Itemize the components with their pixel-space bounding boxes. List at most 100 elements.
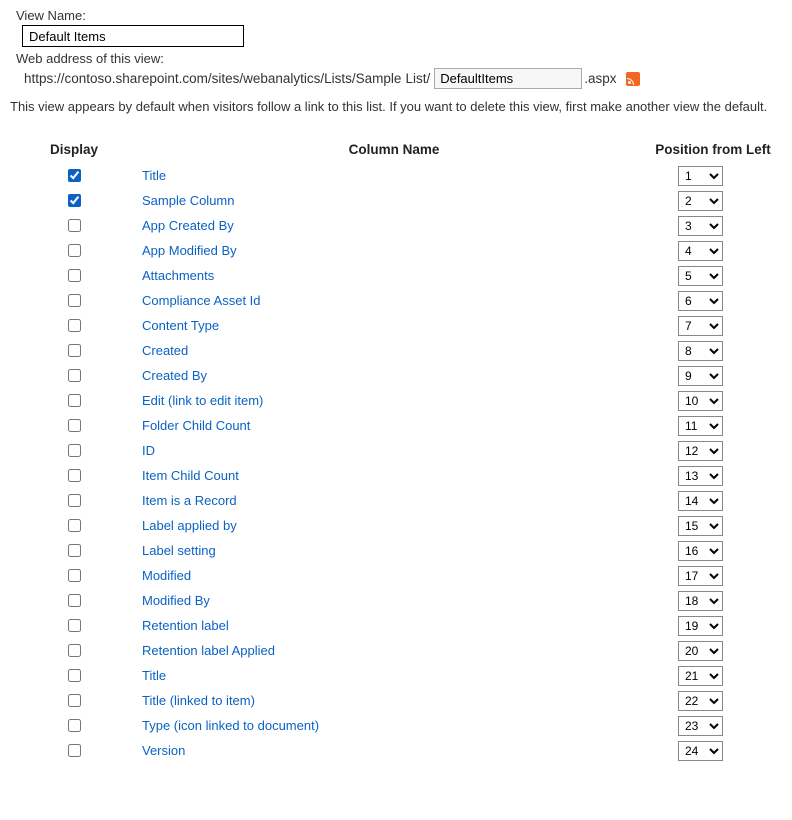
display-checkbox[interactable] [68, 544, 81, 557]
display-checkbox[interactable] [68, 569, 81, 582]
column-name-link[interactable]: Modified [142, 568, 191, 583]
display-checkbox[interactable] [68, 669, 81, 682]
table-row: Item is a Record 123456789101112131415161… [50, 488, 778, 513]
column-name-link[interactable]: Retention label [142, 618, 229, 633]
column-name-cell: Created [140, 343, 648, 358]
position-select[interactable]: 123456789101112131415161718192021222324 [678, 466, 723, 486]
position-cell: 123456789101112131415161718192021222324 [648, 566, 778, 586]
display-cell [50, 541, 140, 560]
position-select[interactable]: 123456789101112131415161718192021222324 [678, 416, 723, 436]
position-select[interactable]: 123456789101112131415161718192021222324 [678, 441, 723, 461]
position-select[interactable]: 123456789101112131415161718192021222324 [678, 491, 723, 511]
display-checkbox[interactable] [68, 519, 81, 532]
column-name-link[interactable]: Attachments [142, 268, 214, 283]
position-select[interactable]: 123456789101112131415161718192021222324 [678, 391, 723, 411]
display-checkbox[interactable] [68, 344, 81, 357]
display-cell [50, 591, 140, 610]
display-checkbox[interactable] [68, 494, 81, 507]
view-name-input[interactable] [22, 25, 244, 47]
column-name-link[interactable]: Item Child Count [142, 468, 239, 483]
display-cell [50, 291, 140, 310]
position-select[interactable]: 123456789101112131415161718192021222324 [678, 341, 723, 361]
column-name-cell: Created By [140, 368, 648, 383]
column-name-link[interactable]: Item is a Record [142, 493, 237, 508]
display-checkbox[interactable] [68, 469, 81, 482]
position-select[interactable]: 123456789101112131415161718192021222324 [678, 241, 723, 261]
position-cell: 123456789101112131415161718192021222324 [648, 441, 778, 461]
column-name-link[interactable]: Content Type [142, 318, 219, 333]
position-select[interactable]: 123456789101112131415161718192021222324 [678, 291, 723, 311]
column-name-link[interactable]: Type (icon linked to document) [142, 718, 319, 733]
position-select[interactable]: 123456789101112131415161718192021222324 [678, 541, 723, 561]
column-name-link[interactable]: Created By [142, 368, 207, 383]
display-cell [50, 566, 140, 585]
display-checkbox[interactable] [68, 169, 81, 182]
url-prefix: https://contoso.sharepoint.com/sites/web… [24, 71, 401, 86]
display-cell [50, 691, 140, 710]
display-checkbox[interactable] [68, 619, 81, 632]
display-cell [50, 641, 140, 660]
position-select[interactable]: 123456789101112131415161718192021222324 [678, 691, 723, 711]
table-row: Title 12345678910111213141516171819202122… [50, 663, 778, 688]
display-checkbox[interactable] [68, 244, 81, 257]
display-cell [50, 516, 140, 535]
column-name-link[interactable]: App Created By [142, 218, 234, 233]
web-address-label: Web address of this view: [16, 51, 782, 66]
column-name-link[interactable]: Folder Child Count [142, 418, 250, 433]
position-select[interactable]: 123456789101112131415161718192021222324 [678, 591, 723, 611]
display-checkbox[interactable] [68, 744, 81, 757]
position-select[interactable]: 123456789101112131415161718192021222324 [678, 641, 723, 661]
display-cell [50, 191, 140, 210]
column-name-link[interactable]: Title (linked to item) [142, 693, 255, 708]
rss-icon[interactable] [626, 72, 640, 86]
table-row: Type (icon linked to document) 1234567891… [50, 713, 778, 738]
column-name-link[interactable]: Label applied by [142, 518, 237, 533]
column-name-link[interactable]: Version [142, 743, 185, 758]
column-name-link[interactable]: Created [142, 343, 188, 358]
display-checkbox[interactable] [68, 594, 81, 607]
position-select[interactable]: 123456789101112131415161718192021222324 [678, 166, 723, 186]
position-cell: 123456789101112131415161718192021222324 [648, 541, 778, 561]
display-checkbox[interactable] [68, 694, 81, 707]
display-checkbox[interactable] [68, 419, 81, 432]
position-select[interactable]: 123456789101112131415161718192021222324 [678, 316, 723, 336]
position-cell: 123456789101112131415161718192021222324 [648, 416, 778, 436]
position-select[interactable]: 123456789101112131415161718192021222324 [678, 666, 723, 686]
column-name-link[interactable]: Retention label Applied [142, 643, 275, 658]
position-select[interactable]: 123456789101112131415161718192021222324 [678, 216, 723, 236]
column-name-link[interactable]: ID [142, 443, 155, 458]
url-slug-input[interactable] [434, 68, 582, 89]
position-select[interactable]: 123456789101112131415161718192021222324 [678, 566, 723, 586]
table-row: Folder Child Count 1234567891011121314151… [50, 413, 778, 438]
column-name-link[interactable]: Compliance Asset Id [142, 293, 261, 308]
display-checkbox[interactable] [68, 394, 81, 407]
position-select[interactable]: 123456789101112131415161718192021222324 [678, 741, 723, 761]
column-name-cell: Modified [140, 568, 648, 583]
display-checkbox[interactable] [68, 194, 81, 207]
position-select[interactable]: 123456789101112131415161718192021222324 [678, 716, 723, 736]
column-name-cell: Modified By [140, 593, 648, 608]
display-checkbox[interactable] [68, 719, 81, 732]
column-name-link[interactable]: Edit (link to edit item) [142, 393, 263, 408]
table-row: Compliance Asset Id 123456789101112131415… [50, 288, 778, 313]
column-name-link[interactable]: App Modified By [142, 243, 237, 258]
column-name-link[interactable]: Label setting [142, 543, 216, 558]
column-name-link[interactable]: Modified By [142, 593, 210, 608]
display-checkbox[interactable] [68, 644, 81, 657]
display-checkbox[interactable] [68, 294, 81, 307]
display-checkbox[interactable] [68, 319, 81, 332]
display-checkbox[interactable] [68, 219, 81, 232]
position-select[interactable]: 123456789101112131415161718192021222324 [678, 516, 723, 536]
column-name-link[interactable]: Title [142, 168, 166, 183]
display-checkbox[interactable] [68, 369, 81, 382]
display-checkbox[interactable] [68, 269, 81, 282]
position-select[interactable]: 123456789101112131415161718192021222324 [678, 191, 723, 211]
position-select[interactable]: 123456789101112131415161718192021222324 [678, 266, 723, 286]
display-cell [50, 616, 140, 635]
column-name-link[interactable]: Sample Column [142, 193, 235, 208]
position-cell: 123456789101112131415161718192021222324 [648, 366, 778, 386]
column-name-link[interactable]: Title [142, 668, 166, 683]
position-select[interactable]: 123456789101112131415161718192021222324 [678, 366, 723, 386]
position-select[interactable]: 123456789101112131415161718192021222324 [678, 616, 723, 636]
display-checkbox[interactable] [68, 444, 81, 457]
